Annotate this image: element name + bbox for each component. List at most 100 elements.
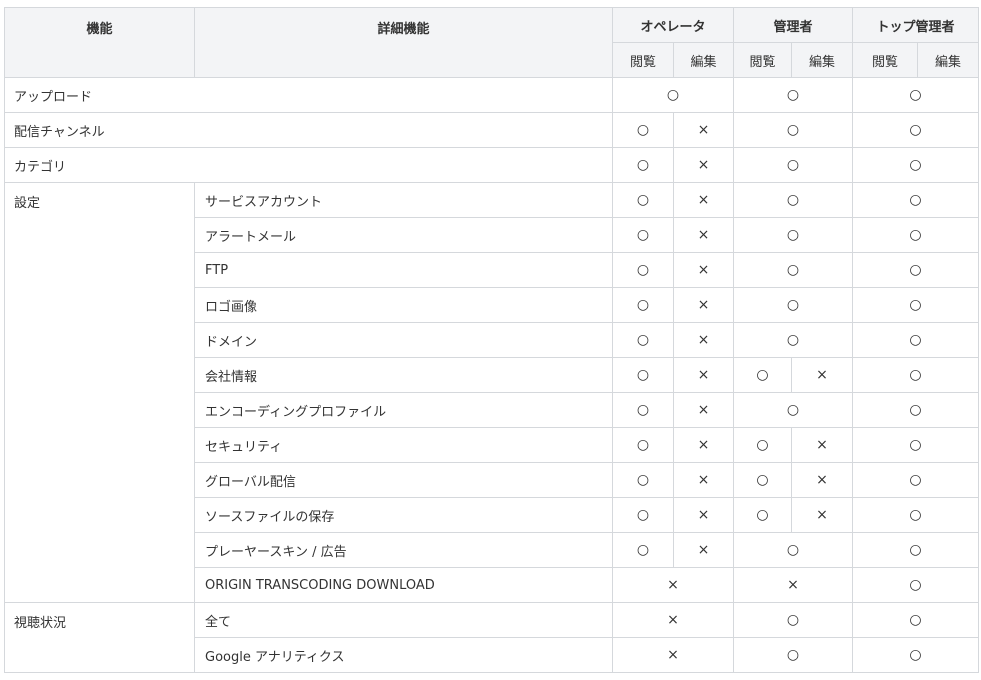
top-admin-permission-mark: ○ [852,287,980,323]
detail-cell: グローバル配信 [194,462,613,498]
admin-permission-mark: ○ [733,322,854,358]
header-top-admin-edit: 編集 [917,42,980,78]
admin-edit-mark: × [791,357,854,393]
top-admin-permission-mark: ○ [852,602,980,638]
operator-edit-mark: × [672,532,735,568]
detail-cell: エンコーディングプロファイル [194,392,613,428]
top-admin-permission-mark: ○ [852,217,980,253]
operator-edit-mark: × [672,217,735,253]
detail-cell: FTP [194,252,613,288]
admin-edit-mark: × [791,462,854,498]
operator-permission-mark: × [611,637,735,673]
header-detail: 詳細機能 [194,7,613,78]
admin-permission-mark: ○ [733,602,854,638]
admin-permission-mark: ○ [733,182,854,218]
top-admin-permission-mark: ○ [852,357,980,393]
detail-cell: Google アナリティクス [194,637,613,673]
feature-cell: カテゴリ [4,147,613,183]
feature-cell: 視聴状況 [4,602,195,673]
top-admin-permission-mark: ○ [852,182,980,218]
operator-view-mark: ○ [612,357,674,393]
operator-permission-mark: × [611,602,735,638]
top-admin-permission-mark: ○ [852,322,980,358]
admin-permission-mark: ○ [733,77,854,113]
detail-cell: セキュリティ [194,427,613,463]
header-operator-view: 閲覧 [612,42,674,78]
operator-edit-mark: × [672,322,735,358]
operator-edit-mark: × [672,497,735,533]
header-operator-edit: 編集 [672,42,735,78]
top-admin-permission-mark: ○ [852,77,980,113]
header-role-admin: 管理者 [733,7,854,43]
operator-edit-mark: × [672,147,735,183]
header-admin-view: 閲覧 [733,42,793,78]
detail-cell: ドメイン [194,322,613,358]
operator-view-mark: ○ [612,392,674,428]
table-body: アップロード ○ ○ ○ 配信チャンネル ○ × ○ ○ カテゴリ ○ × ○ ○ 設定 サービスアカウント ○… [4,77,980,673]
detail-cell: ロゴ画像 [194,287,613,323]
admin-permission-mark: ○ [733,112,854,148]
admin-permission-mark: ○ [733,637,854,673]
admin-view-mark: ○ [733,497,793,533]
top-admin-permission-mark: ○ [852,637,980,673]
header-admin-edit: 編集 [791,42,854,78]
feature-cell: 配信チャンネル [4,112,613,148]
feature-cell: 設定 [4,182,195,603]
detail-cell: サービスアカウント [194,182,613,218]
operator-view-mark: ○ [612,427,674,463]
header-role-top-admin: トップ管理者 [852,7,980,43]
admin-edit-mark: × [791,497,854,533]
header-top-admin-view: 閲覧 [852,42,919,78]
admin-permission-mark: ○ [733,392,854,428]
table-row: カテゴリ ○ × ○ ○ [4,147,980,183]
operator-view-mark: ○ [612,217,674,253]
top-admin-permission-mark: ○ [852,252,980,288]
detail-cell: ソースファイルの保存 [194,497,613,533]
operator-view-mark: ○ [612,252,674,288]
permissions-table: 機能 詳細機能 オペレータ 管理者 トップ管理者 閲覧 編集 閲覧 編集 閲覧 … [4,7,980,673]
operator-edit-mark: × [672,427,735,463]
admin-view-mark: ○ [733,462,793,498]
top-admin-permission-mark: ○ [852,497,980,533]
operator-view-mark: ○ [612,322,674,358]
admin-view-mark: ○ [733,357,793,393]
operator-permission-mark: ○ [611,77,735,113]
admin-permission-mark: ○ [733,287,854,323]
operator-view-mark: ○ [612,147,674,183]
operator-edit-mark: × [672,252,735,288]
admin-view-mark: ○ [733,427,793,463]
header-role-operator: オペレータ [611,7,735,43]
table-header: 機能 詳細機能 オペレータ 管理者 トップ管理者 閲覧 編集 閲覧 編集 閲覧 … [4,7,980,78]
operator-edit-mark: × [672,287,735,323]
top-admin-permission-mark: ○ [852,567,980,603]
admin-permission-mark: ○ [733,532,854,568]
detail-cell: 会社情報 [194,357,613,393]
operator-view-mark: ○ [612,497,674,533]
detail-cell: アラートメール [194,217,613,253]
table-row: アップロード ○ ○ ○ [4,77,980,113]
admin-permission-mark: ○ [733,217,854,253]
top-admin-permission-mark: ○ [852,532,980,568]
feature-cell: アップロード [4,77,613,113]
detail-cell: プレーヤースキン / 広告 [194,532,613,568]
header-feature: 機能 [4,7,195,78]
operator-view-mark: ○ [612,287,674,323]
table-row: 視聴状況 全て × ○ ○ [4,602,980,673]
operator-view-mark: ○ [612,112,674,148]
top-admin-permission-mark: ○ [852,147,980,183]
table-row: 配信チャンネル ○ × ○ ○ [4,112,980,148]
admin-permission-mark: ○ [733,147,854,183]
admin-permission-mark: ○ [733,252,854,288]
operator-edit-mark: × [672,112,735,148]
operator-edit-mark: × [672,182,735,218]
top-admin-permission-mark: ○ [852,427,980,463]
admin-permission-mark: × [733,567,854,603]
operator-edit-mark: × [672,392,735,428]
operator-permission-mark: × [611,567,735,603]
detail-cell: ORIGIN TRANSCODING DOWNLOAD [194,567,613,603]
table-row: 設定 サービスアカウント ○ × ○ ○ [4,182,980,603]
top-admin-permission-mark: ○ [852,392,980,428]
top-admin-permission-mark: ○ [852,112,980,148]
operator-view-mark: ○ [612,182,674,218]
operator-view-mark: ○ [612,532,674,568]
